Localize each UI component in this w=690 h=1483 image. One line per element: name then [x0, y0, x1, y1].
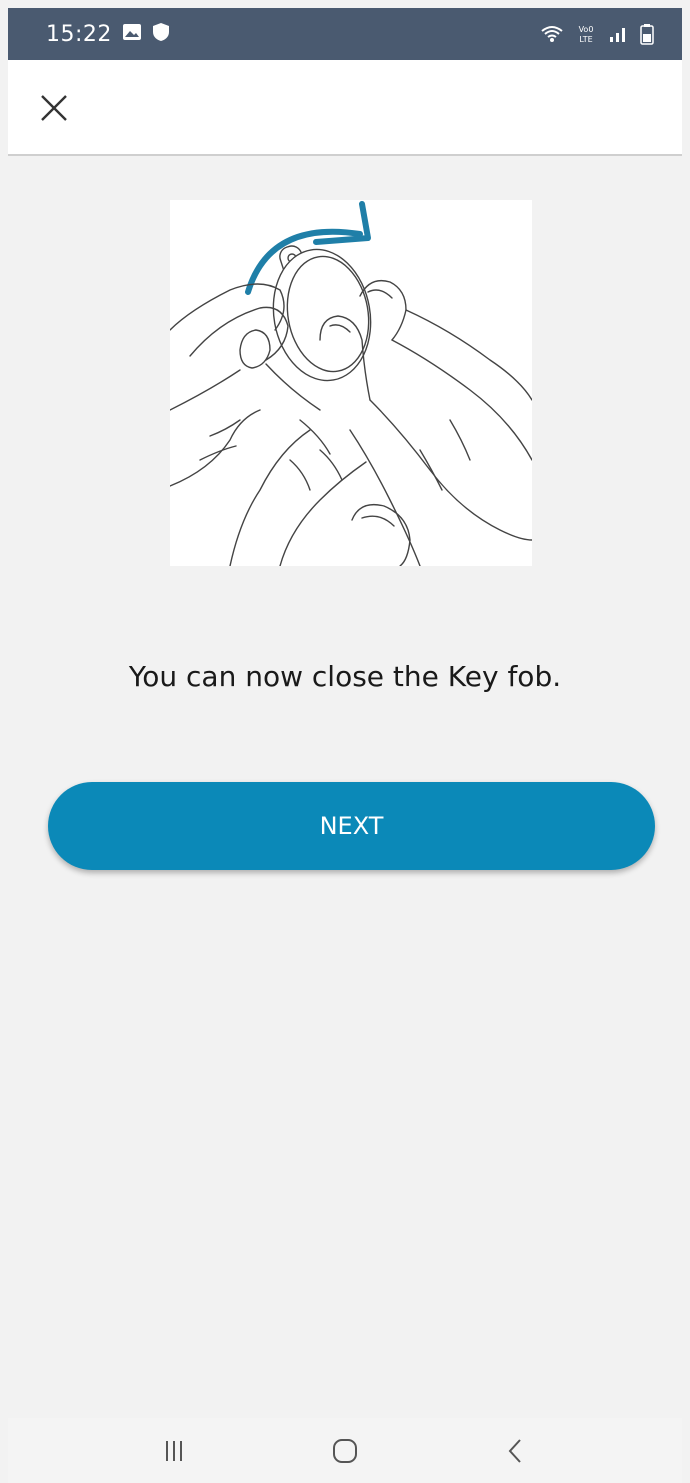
wifi-icon: [540, 24, 564, 44]
signal-icon: [608, 25, 630, 43]
close-icon: [41, 95, 67, 121]
instruction-message: You can now close the Key fob.: [128, 660, 562, 693]
status-right: Vo0 LTE: [540, 23, 654, 45]
hand-closing-key-fob-illustration: [169, 200, 533, 567]
recent-apps-button[interactable]: [144, 1426, 204, 1476]
battery-icon: [640, 23, 654, 45]
status-time: 15:22: [46, 21, 112, 47]
svg-text:LTE: LTE: [579, 35, 592, 44]
svg-text:Vo0: Vo0: [579, 25, 594, 34]
home-icon: [332, 1438, 357, 1463]
gallery-icon: [122, 23, 142, 45]
shield-icon: [152, 22, 170, 46]
close-button[interactable]: [34, 88, 74, 128]
home-button[interactable]: [315, 1426, 375, 1476]
system-nav-bar: [8, 1418, 682, 1483]
recent-apps-icon: [165, 1440, 182, 1461]
status-left: 15:22: [46, 22, 170, 47]
back-icon: [508, 1438, 522, 1463]
status-bar: 15:22 Vo0 LTE: [8, 8, 682, 60]
volte-icon: Vo0 LTE: [574, 24, 598, 44]
next-button[interactable]: NEXT: [48, 782, 655, 870]
top-app-bar: [8, 60, 682, 156]
back-button[interactable]: [486, 1426, 546, 1476]
